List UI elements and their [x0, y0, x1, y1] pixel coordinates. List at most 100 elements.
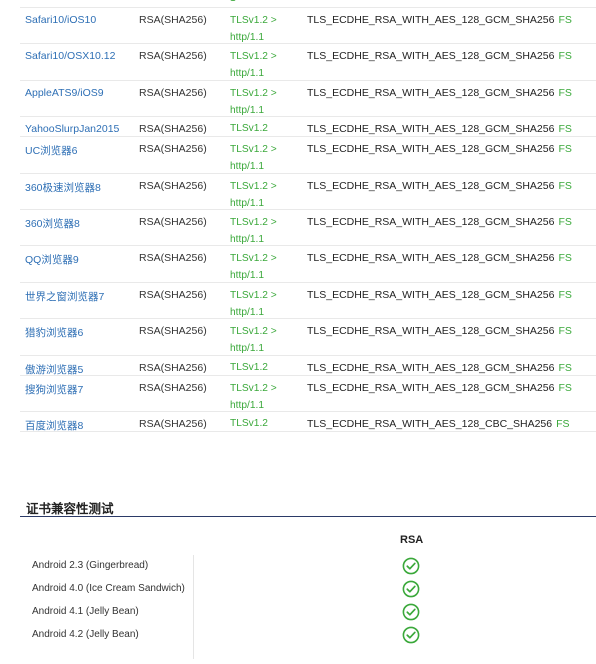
client-name-link[interactable]: Safari10/iOS10 [25, 14, 135, 26]
list-item: Android 4.0 (Ice Cream Sandwich) [30, 578, 590, 601]
key-cell: RSA(SHA256) [139, 325, 207, 338]
table-row: 世界之窗浏览器7 RSA(SHA256) TLSv1.2 > http/1.1 TLS… [20, 283, 596, 320]
client-name-link[interactable]: 搜狗浏览器7 [25, 382, 135, 397]
cipher-suite-text: TLS_ECDHE_RSA_WITH_AES_128_GCM_SHA256 [307, 143, 555, 156]
cipher-suite-text: TLS_ECDHE_RSA_WITH_AES_128_GCM_SHA256 [307, 215, 555, 228]
cipher-suite-cell: TLS_ECDHE_RSA_WITH_AES_128_GCM_SHA256 FS [307, 289, 572, 301]
table-row: AppleATS9/iOS9 RSA(SHA256) TLSv1.2 > http/… [20, 81, 596, 118]
cipher-suite-cell: TLS_ECDHE_RSA_WITH_AES_128_GCM_SHA256 FS [307, 252, 572, 264]
cipher-suite-text: TLS_ECDHE_RSA_WITH_AES_128_GCM_SHA256 [307, 381, 555, 394]
forward-secrecy-badge: FS [558, 14, 572, 26]
cipher-suite-text: TLS_ECDHE_RSA_WITH_AES_128_GCM_SHA256 [307, 179, 555, 192]
check-circle-icon [402, 603, 420, 621]
check-circle-icon [402, 626, 420, 644]
table-row: 搜狗浏览器7 RSA(SHA256) TLSv1.2 > http/1.1 TLS_E… [20, 376, 596, 412]
key-cell: RSA(SHA256) [139, 215, 207, 228]
client-name-link[interactable]: QQ浏览器9 [25, 252, 135, 267]
client-name-link[interactable]: Safari10/OSX10.12 [25, 50, 135, 62]
table-row: 360浏览器8 RSA(SHA256) TLSv1.2 > http/1.1 TLS_… [20, 210, 596, 247]
cipher-suite-text: TLS_ECDHE_RSA_WITH_AES_128_GCM_SHA256 [307, 123, 555, 136]
cipher-suite-cell: TLS_ECDHE_RSA_WITH_AES_128_GCM_SHA256 FS [307, 87, 572, 99]
cipher-suite-text: TLS_ECDHE_RSA_WITH_AES_128_GCM_SHA256 [307, 325, 555, 338]
cipher-suite-text: TLS_ECDHE_RSA_WITH_AES_128_GCM_SHA256 [307, 14, 555, 26]
forward-secrecy-badge: FS [558, 50, 572, 63]
cipher-suite-cell: TLS_ECDHE_RSA_WITH_AES_128_GCM_SHA256 FS [307, 382, 572, 394]
protocol-cell: TLSv1.2 > http/1.1 [230, 15, 277, 43]
key-cell: RSA(SHA256) [139, 361, 207, 374]
key-cell: RSA(SHA256) [139, 50, 207, 63]
key-cell: RSA(SHA256) [139, 123, 207, 136]
key-cell: RSA(SHA256) [139, 288, 207, 301]
table-row: YahooSlurpJan2015 RSA(SHA256) TLSv1.2 TLS_E… [20, 117, 596, 138]
cipher-suite-text: TLS_ECDHE_RSA_WITH_AES_128_GCM_SHA256 [307, 252, 555, 265]
protocol-cell: TLSv1.2 > http/1.1 [230, 87, 277, 116]
cipher-suite-cell: TLS_ECDHE_RSA_WITH_AES_128_GCM_SHA256 FS [307, 325, 572, 337]
client-name-link[interactable]: YahooSlurpJan2015 [25, 123, 135, 135]
protocol-cell: TLSv1.2 [230, 123, 268, 135]
rsa-column-header: RSA [400, 534, 424, 546]
table-row: QQ浏览器9 RSA(SHA256) TLSv1.2 > http/1.1 TLS_E… [20, 246, 596, 283]
forward-secrecy-badge: FS [558, 179, 572, 192]
forward-secrecy-badge: FS [558, 252, 572, 265]
section-divider [20, 516, 596, 517]
protocol-cell: TLSv1.2 > http/1.1 [230, 382, 277, 411]
cipher-suite-text: TLS_ECDHE_RSA_WITH_AES_128_CBC_SHA256 [307, 417, 553, 430]
cipher-suite-text: TLS_ECDHE_RSA_WITH_AES_128_GCM_SHA256 [307, 361, 555, 374]
client-name-link[interactable]: 百度浏览器8 [25, 418, 135, 433]
list-item: Android 4.1 (Jelly Bean) [30, 601, 590, 624]
cipher-suite-cell: TLS_ECDHE_RSA_WITH_AES_128_GCM_SHA256 FS [307, 123, 572, 135]
check-circle-icon [402, 580, 420, 598]
client-name-link[interactable]: 傲游浏览器5 [25, 362, 135, 377]
cipher-suite-cell: TLS_ECDHE_RSA_WITH_AES_128_GCM_SHA256 FS [307, 143, 572, 155]
cipher-suite-text: TLS_ECDHE_RSA_WITH_AES_128_GCM_SHA256 [307, 288, 555, 301]
table-row: 猎豹浏览器6 RSA(SHA256) TLSv1.2 > http/1.1 TLS_E… [20, 319, 596, 356]
protocol-cell: TLSv1.2 [230, 361, 268, 373]
cipher-suite-cell: TLS_ECDHE_RSA_WITH_AES_128_GCM_SHA256 FS [307, 180, 572, 192]
check-circle-icon [402, 557, 420, 575]
key-cell: RSA(SHA256) [139, 86, 207, 99]
forward-secrecy-badge: FS [558, 361, 572, 374]
client-name-link[interactable]: UC浏览器6 [25, 143, 135, 158]
key-cell: RSA(SHA256) [139, 252, 207, 265]
forward-secrecy-badge: FS [558, 86, 572, 99]
cipher-suite-cell: TLS_ECDHE_RSA_WITH_AES_128_GCM_SHA256 FS [307, 216, 572, 228]
client-name-link[interactable]: 世界之窗浏览器7 [25, 289, 135, 304]
client-label: Android 4.2 (Jelly Bean) [32, 629, 139, 640]
table-row: Safari10/OSX10.12 RSA(SHA256) TLSv1.2 > ht… [20, 44, 596, 81]
cipher-suite-cell [307, 0, 311, 4]
protocol-cell: TLSv1.2 > http/1.1 [230, 253, 277, 282]
forward-secrecy-badge: FS [558, 215, 572, 228]
forward-secrecy-badge: FS [556, 417, 570, 430]
list-item: Android 4.2 (Jelly Bean) [30, 624, 590, 647]
protocol-cell: TLSv1.2 > http/1.1 [230, 326, 277, 355]
cipher-suite-cell: TLS_ECDHE_RSA_WITH_AES_128_GCM_SHA256 FS [307, 14, 572, 26]
client-name-link[interactable]: 360浏览器8 [25, 216, 135, 231]
client-label: Android 4.1 (Jelly Bean) [32, 606, 139, 617]
key-cell: RSA(SHA256) [139, 143, 207, 156]
protocol-cell: TLSv1.2 [230, 417, 268, 429]
cipher-suite-text: TLS_ECDHE_RSA_WITH_AES_128_GCM_SHA256 [307, 50, 555, 63]
table-row: UC浏览器6 RSA(SHA256) TLSv1.2 > http/1.1 TLS_E… [20, 137, 596, 174]
cipher-suite-text: TLS_ECDHE_RSA_WITH_AES_128_GCM_SHA256 [307, 86, 555, 99]
cipher-suite-cell: TLS_ECDHE_RSA_WITH_AES_128_GCM_SHA256 FS [307, 50, 572, 62]
forward-secrecy-badge: FS [558, 288, 572, 301]
forward-secrecy-badge: FS [558, 325, 572, 338]
key-cell: RSA(SHA256) [139, 417, 207, 430]
protocol-cell: TLSv1.2 > http/1.1 [230, 216, 277, 245]
protocol-cell: TLSv1.2 > http/1.1 [230, 51, 277, 80]
forward-secrecy-badge: FS [558, 143, 572, 156]
cipher-suite-cell: TLS_ECDHE_RSA_WITH_AES_128_CBC_SHA256 FS [307, 418, 570, 430]
client-label: Android 4.0 (Ice Cream Sandwich) [32, 583, 185, 594]
table-row: 傲游浏览器5 RSA(SHA256) TLSv1.2 TLS_ECDHE_RSA_WI… [20, 356, 596, 376]
forward-secrecy-badge: FS [558, 381, 572, 394]
protocol-cell: 1 [230, 0, 310, 7]
cert-compat-title: 证书兼容性测试 [26, 502, 114, 516]
client-name-link[interactable]: 360极速浏览器8 [25, 180, 135, 195]
protocol-cell: TLSv1.2 > http/1.1 [230, 289, 277, 318]
key-cell: RSA(SHA256) [139, 14, 207, 26]
client-name-link[interactable]: 猎豹浏览器6 [25, 325, 135, 340]
key-cell: RSA(SHA256) [139, 381, 207, 394]
client-name-link[interactable]: AppleATS9/iOS9 [25, 87, 135, 99]
client-label: Android 2.3 (Gingerbread) [32, 560, 149, 571]
protocol-cell: TLSv1.2 > http/1.1 [230, 144, 277, 173]
